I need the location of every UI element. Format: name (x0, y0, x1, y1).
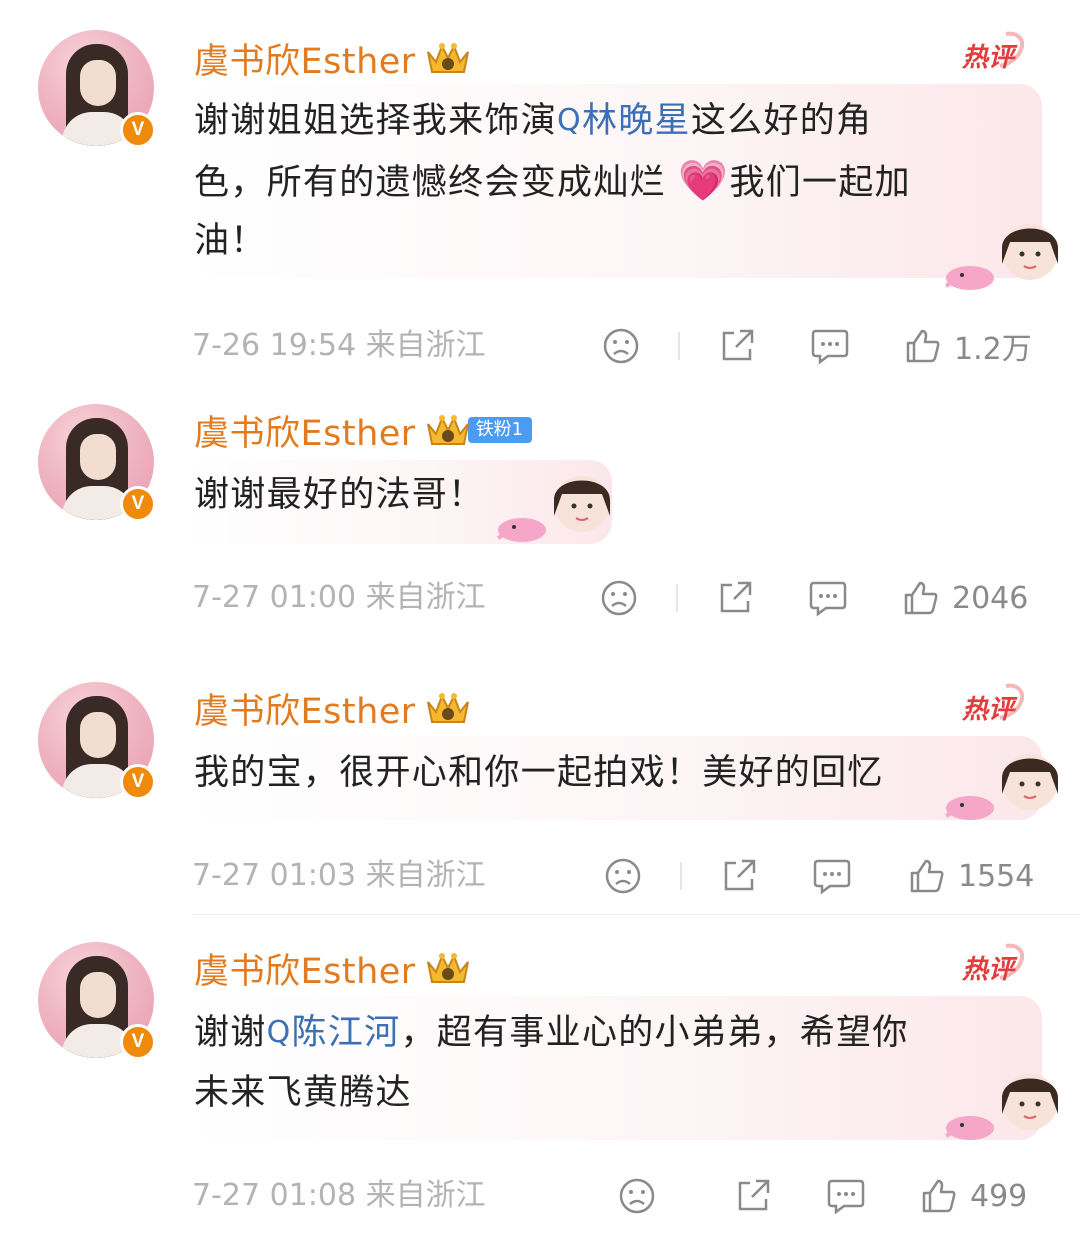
like-count: 1.2万 (954, 332, 1032, 367)
hot-label: 热评 (961, 43, 1018, 73)
hot-comment-badge: 热评 (960, 942, 1028, 986)
search-icon: Q (266, 1015, 292, 1050)
crown-icon (424, 950, 472, 986)
username-row: 虞书欣Esther 铁粉1 (194, 410, 533, 454)
share-icon[interactable] (718, 326, 756, 366)
comment-timestamp: 7-27 01:00 来自浙江 (192, 580, 486, 615)
comment-timestamp: 7-27 01:08 来自浙江 (192, 1178, 486, 1213)
comment-timestamp: 7-26 19:54 来自浙江 (192, 328, 486, 363)
comment-meta: 7-27 01:03 来自浙江 1554 (192, 856, 1040, 896)
like-count: 1554 (958, 858, 1035, 894)
sad-face-icon[interactable] (604, 856, 642, 896)
thumbs-up-icon (922, 1179, 956, 1213)
thumbs-up-icon (906, 329, 940, 363)
comment-icon[interactable] (808, 578, 848, 618)
like-button[interactable]: 499 (920, 1176, 1027, 1216)
username-row: 虞书欣Esther (194, 688, 472, 732)
username-row: 虞书欣Esther (194, 38, 472, 82)
crown-icon (424, 690, 472, 726)
username[interactable]: 虞书欣Esther (194, 943, 416, 994)
like-button[interactable]: 2046 (902, 578, 1028, 618)
heart-emoji-icon: 💗 (678, 158, 730, 204)
comment-meta: 7-27 01:08 来自浙江 499 (192, 1176, 1040, 1216)
username-row: 虞书欣Esther (194, 948, 472, 992)
comment-icon[interactable] (826, 1176, 866, 1216)
thumbs-up-icon (904, 581, 938, 615)
crown-icon (424, 412, 472, 448)
sad-face-icon[interactable] (602, 326, 640, 366)
verified-badge: V (120, 486, 156, 522)
crown-icon (424, 40, 472, 76)
comment-text: 谢谢最好的法哥！ (194, 475, 485, 515)
thumbs-up-icon (910, 859, 944, 893)
like-count: 499 (970, 1178, 1028, 1214)
sad-face-icon[interactable] (618, 1176, 656, 1216)
search-icon: Q (557, 103, 582, 138)
bubble-sticker (940, 212, 1062, 298)
hot-label: 热评 (961, 955, 1018, 985)
topic-link[interactable]: Q陈江河 (267, 1013, 401, 1053)
hot-comment-badge: 热评 (960, 30, 1028, 74)
comment-text: 谢谢Q陈江河，超有事业心的小弟弟，希望你 未来飞黄腾达 (194, 1004, 909, 1122)
comment-timestamp: 7-27 01:03 来自浙江 (192, 858, 486, 893)
comment-text: 我的宝，很开心和你一起拍戏！美好的回忆 (194, 753, 884, 793)
bubble-sticker (940, 742, 1062, 828)
like-count: 2046 (952, 580, 1029, 616)
hot-comment-badge: 热评 (960, 682, 1028, 726)
comment-meta: 7-26 19:54 来自浙江 1.2万 (192, 326, 1040, 367)
fan-level-badge: 铁粉1 (467, 417, 533, 443)
verified-badge: V (120, 764, 156, 800)
username[interactable]: 虞书欣Esther (194, 683, 416, 734)
bubble-sticker (492, 464, 614, 550)
divider (680, 862, 682, 890)
comment-icon[interactable] (812, 856, 852, 896)
comment-divider (192, 914, 1080, 915)
verified-badge: V (120, 112, 156, 148)
topic-link[interactable]: Q林晚星 (557, 101, 691, 141)
username[interactable]: 虞书欣Esther (194, 405, 416, 456)
verified-badge: V (120, 1024, 156, 1060)
share-icon[interactable] (734, 1176, 772, 1216)
share-icon[interactable] (716, 578, 754, 618)
like-button[interactable]: 1554 (908, 856, 1034, 896)
comment-meta: 7-27 01:00 来自浙江 2046 (192, 578, 1040, 618)
hot-label: 热评 (961, 695, 1018, 725)
like-button[interactable]: 1.2万 (904, 326, 1032, 367)
comment-text: 谢谢姐姐选择我来饰演Q林晚星这么好的角 色，所有的遗憾终会变成灿烂 💗我们一起加… (194, 92, 911, 270)
username[interactable]: 虞书欣Esther (194, 33, 416, 84)
divider (676, 584, 678, 612)
bubble-sticker (940, 1062, 1062, 1148)
share-icon[interactable] (720, 856, 758, 896)
divider (678, 332, 680, 360)
sad-face-icon[interactable] (600, 578, 638, 618)
comment-icon[interactable] (810, 326, 850, 366)
